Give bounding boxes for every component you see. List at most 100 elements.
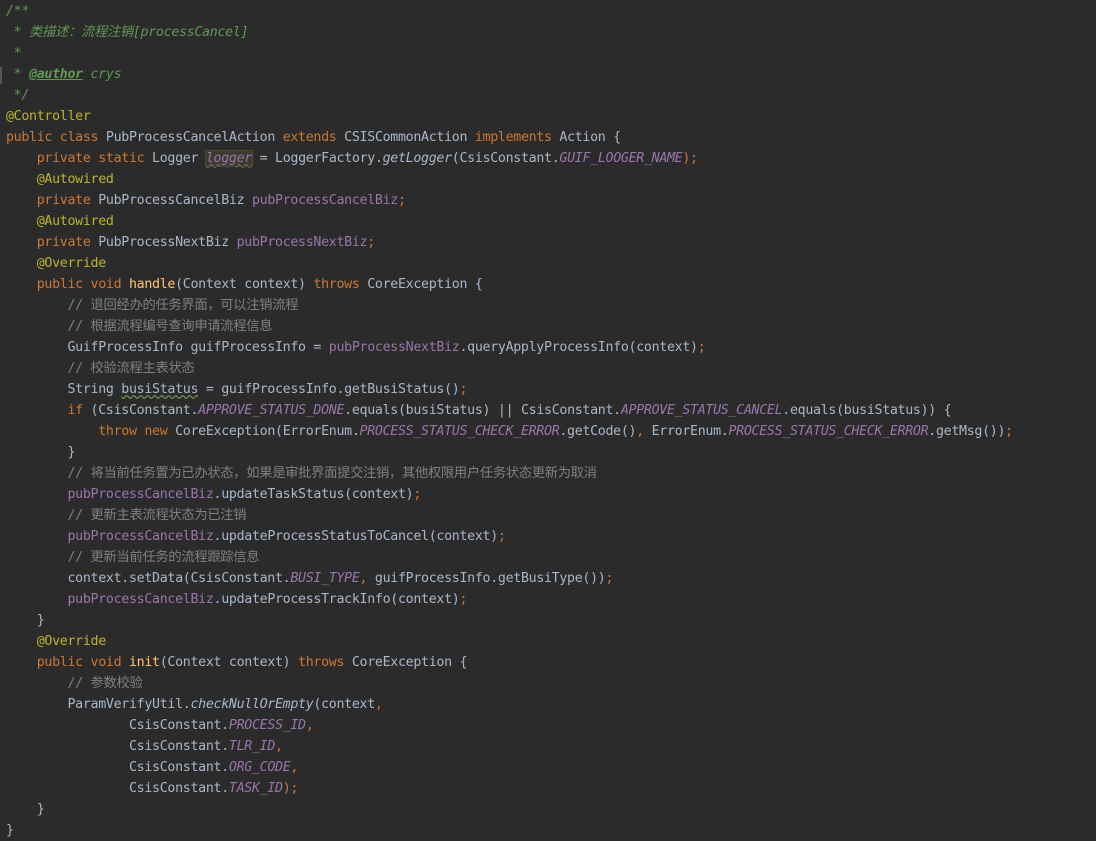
code-token-fld: pubProcessCancelBiz — [67, 592, 214, 607]
code-line[interactable]: private PubProcessNextBiz pubProcessNext… — [6, 232, 1013, 253]
code-token-plain: PubProcessCancelAction — [105, 130, 283, 145]
code-token-kw: , — [636, 424, 652, 439]
code-line[interactable]: @Override — [6, 631, 1013, 652]
code-area[interactable]: /** * 类描述：流程注销[processCancel] * * @autho… — [6, 1, 1013, 841]
code-token-fld: pubProcessCancelBiz — [67, 529, 214, 544]
code-token-plain: CsisConstant. — [6, 739, 229, 754]
code-token-const: TASK_ID — [228, 781, 283, 796]
code-line[interactable]: // 校验流程主表状态 — [6, 358, 1013, 379]
code-line[interactable]: } — [6, 610, 1013, 631]
code-token-plain: .equals(busiStatus) || CsisConstant. — [344, 403, 621, 418]
code-token-plain: PubProcessCancelBiz — [98, 193, 252, 208]
code-line[interactable]: * — [6, 43, 1013, 64]
code-token-plain: PubProcessNextBiz — [98, 235, 237, 250]
code-line[interactable]: CsisConstant.TLR_ID, — [6, 736, 1013, 757]
code-token-kw: , — [275, 739, 283, 754]
code-line[interactable]: */ — [6, 85, 1013, 106]
code-line[interactable]: /** — [6, 1, 1013, 22]
code-token-doc: * — [6, 46, 22, 61]
code-editor[interactable]: /** * 类描述：流程注销[processCancel] * * @autho… — [0, 0, 1096, 839]
code-token-cmt: // 更新当前任务的流程跟踪信息 — [6, 550, 260, 565]
code-line[interactable]: ParamVerifyUtil.checkNullOrEmpty(context… — [6, 694, 1013, 715]
code-line[interactable]: @Autowired — [6, 211, 1013, 232]
code-line[interactable]: // 将当前任务置为已办状态，如果是审批界面提交注销，其他权限用户任务状态更新为… — [6, 463, 1013, 484]
code-line[interactable]: // 更新主表流程状态为已注销 — [6, 505, 1013, 526]
code-token-plain: CoreException { — [367, 277, 483, 292]
code-token-doc: * 类描述：流程注销[processCancel] — [6, 25, 249, 40]
code-token-plain: } — [6, 445, 76, 460]
code-token-ann: @Controller — [6, 109, 91, 124]
code-token-cmt: // 退回经办的任务界面，可以注销流程 — [6, 298, 299, 313]
code-token-ann: @Autowired — [6, 172, 114, 187]
code-line[interactable]: } — [6, 442, 1013, 463]
code-line[interactable]: } — [6, 820, 1013, 841]
code-line[interactable]: CsisConstant.PROCESS_ID, — [6, 715, 1013, 736]
code-line[interactable]: // 退回经办的任务界面，可以注销流程 — [6, 295, 1013, 316]
code-token-plain: CSISCommonAction — [344, 130, 475, 145]
code-token-const: APPROVE_STATUS_DONE — [198, 403, 345, 418]
code-token-plain: .getCode() — [559, 424, 637, 439]
code-line[interactable]: public class PubProcessCancelAction exte… — [6, 127, 1013, 148]
code-token-fn: handle — [128, 277, 176, 292]
code-token-plain: ParamVerifyUtil. — [6, 697, 191, 712]
code-line[interactable]: * 类描述：流程注销[processCancel] — [6, 22, 1013, 43]
code-token-kw: throws — [313, 277, 368, 292]
code-line[interactable]: private static Logger logger = LoggerFac… — [6, 148, 1013, 169]
code-line[interactable]: CsisConstant.TASK_ID); — [6, 778, 1013, 799]
code-line[interactable]: pubProcessCancelBiz.updateTaskStatus(con… — [6, 484, 1013, 505]
code-token-plain: Logger — [152, 151, 206, 166]
code-line[interactable]: } — [6, 799, 1013, 820]
code-line[interactable]: public void init(Context context) throws… — [6, 652, 1013, 673]
code-line[interactable]: if (CsisConstant.APPROVE_STATUS_DONE.equ… — [6, 400, 1013, 421]
code-token-plain: (context — [313, 697, 375, 712]
code-line[interactable]: String busiStatus = guifProcessInfo.getB… — [6, 379, 1013, 400]
code-token-plain: (CsisConstant. — [90, 403, 199, 418]
code-line[interactable]: // 根据流程编号查询申请流程信息 — [6, 316, 1013, 337]
code-token-plain: Action { — [559, 130, 621, 145]
code-token-kw: if — [6, 403, 91, 418]
code-token-kw: ); — [282, 781, 299, 796]
code-line[interactable]: CsisConstant.ORG_CODE, — [6, 757, 1013, 778]
code-token-cmt: // 参数校验 — [6, 676, 143, 691]
code-line[interactable]: pubProcessCancelBiz.updateProcessStatusT… — [6, 526, 1013, 547]
code-line[interactable]: pubProcessCancelBiz.updateProcessTrackIn… — [6, 589, 1013, 610]
code-token-kw: , — [290, 760, 299, 775]
code-token-const: GUIF_LOOGER_NAME — [559, 151, 683, 166]
code-line[interactable]: public void handle(Context context) thro… — [6, 274, 1013, 295]
code-token-plain: CoreException { — [351, 655, 468, 670]
code-line[interactable]: // 参数校验 — [6, 673, 1013, 694]
code-token-kw: ; — [413, 487, 422, 502]
code-token-cmt: // 根据流程编号查询申请流程信息 — [6, 319, 273, 334]
code-token-const: TLR_ID — [228, 739, 276, 754]
current-line-marker — [0, 67, 2, 84]
code-token-kw: private static — [6, 151, 153, 166]
code-line[interactable]: @Override — [6, 253, 1013, 274]
code-token-plain: CsisConstant. — [6, 718, 229, 733]
code-line[interactable]: throw new CoreException(ErrorEnum.PROCES… — [6, 421, 1013, 442]
code-token-fld: pubProcessCancelBiz — [67, 487, 214, 502]
code-line[interactable]: * @author crys — [6, 64, 1013, 85]
code-line[interactable]: context.setData(CsisConstant.BUSI_TYPE, … — [6, 568, 1013, 589]
code-token-doc: * — [6, 67, 30, 82]
code-line[interactable]: // 更新当前任务的流程跟踪信息 — [6, 547, 1013, 568]
code-line[interactable]: @Controller — [6, 106, 1013, 127]
code-line[interactable]: private PubProcessCancelBiz pubProcessCa… — [6, 190, 1013, 211]
code-token-plain: CsisConstant. — [6, 760, 229, 775]
code-token-kw: ; — [397, 193, 406, 208]
code-token-plain: guifProcessInfo.getBusiType()) — [374, 571, 606, 586]
code-token-kw: private — [6, 235, 99, 250]
code-token-kw: ; — [459, 592, 468, 607]
code-line[interactable]: GuifProcessInfo guifProcessInfo = pubPro… — [6, 337, 1013, 358]
code-token-kw: extends — [282, 130, 345, 145]
code-token-const: PROCESS_STATUS_CHECK_ERROR — [359, 424, 560, 439]
code-token-plain: ErrorEnum. — [651, 424, 729, 439]
code-token-stat: checkNullOrEmpty — [190, 697, 314, 712]
code-token-kw: implements — [474, 130, 560, 145]
code-token-const: PROCESS_ID — [228, 718, 306, 733]
code-token-cmt: // 校验流程主表状态 — [6, 361, 195, 376]
code-line[interactable]: @Autowired — [6, 169, 1013, 190]
code-token-ann: @Autowired — [6, 214, 114, 229]
code-token-kw: public class — [6, 130, 106, 145]
code-token-plain: .updateTaskStatus(context) — [213, 487, 414, 502]
